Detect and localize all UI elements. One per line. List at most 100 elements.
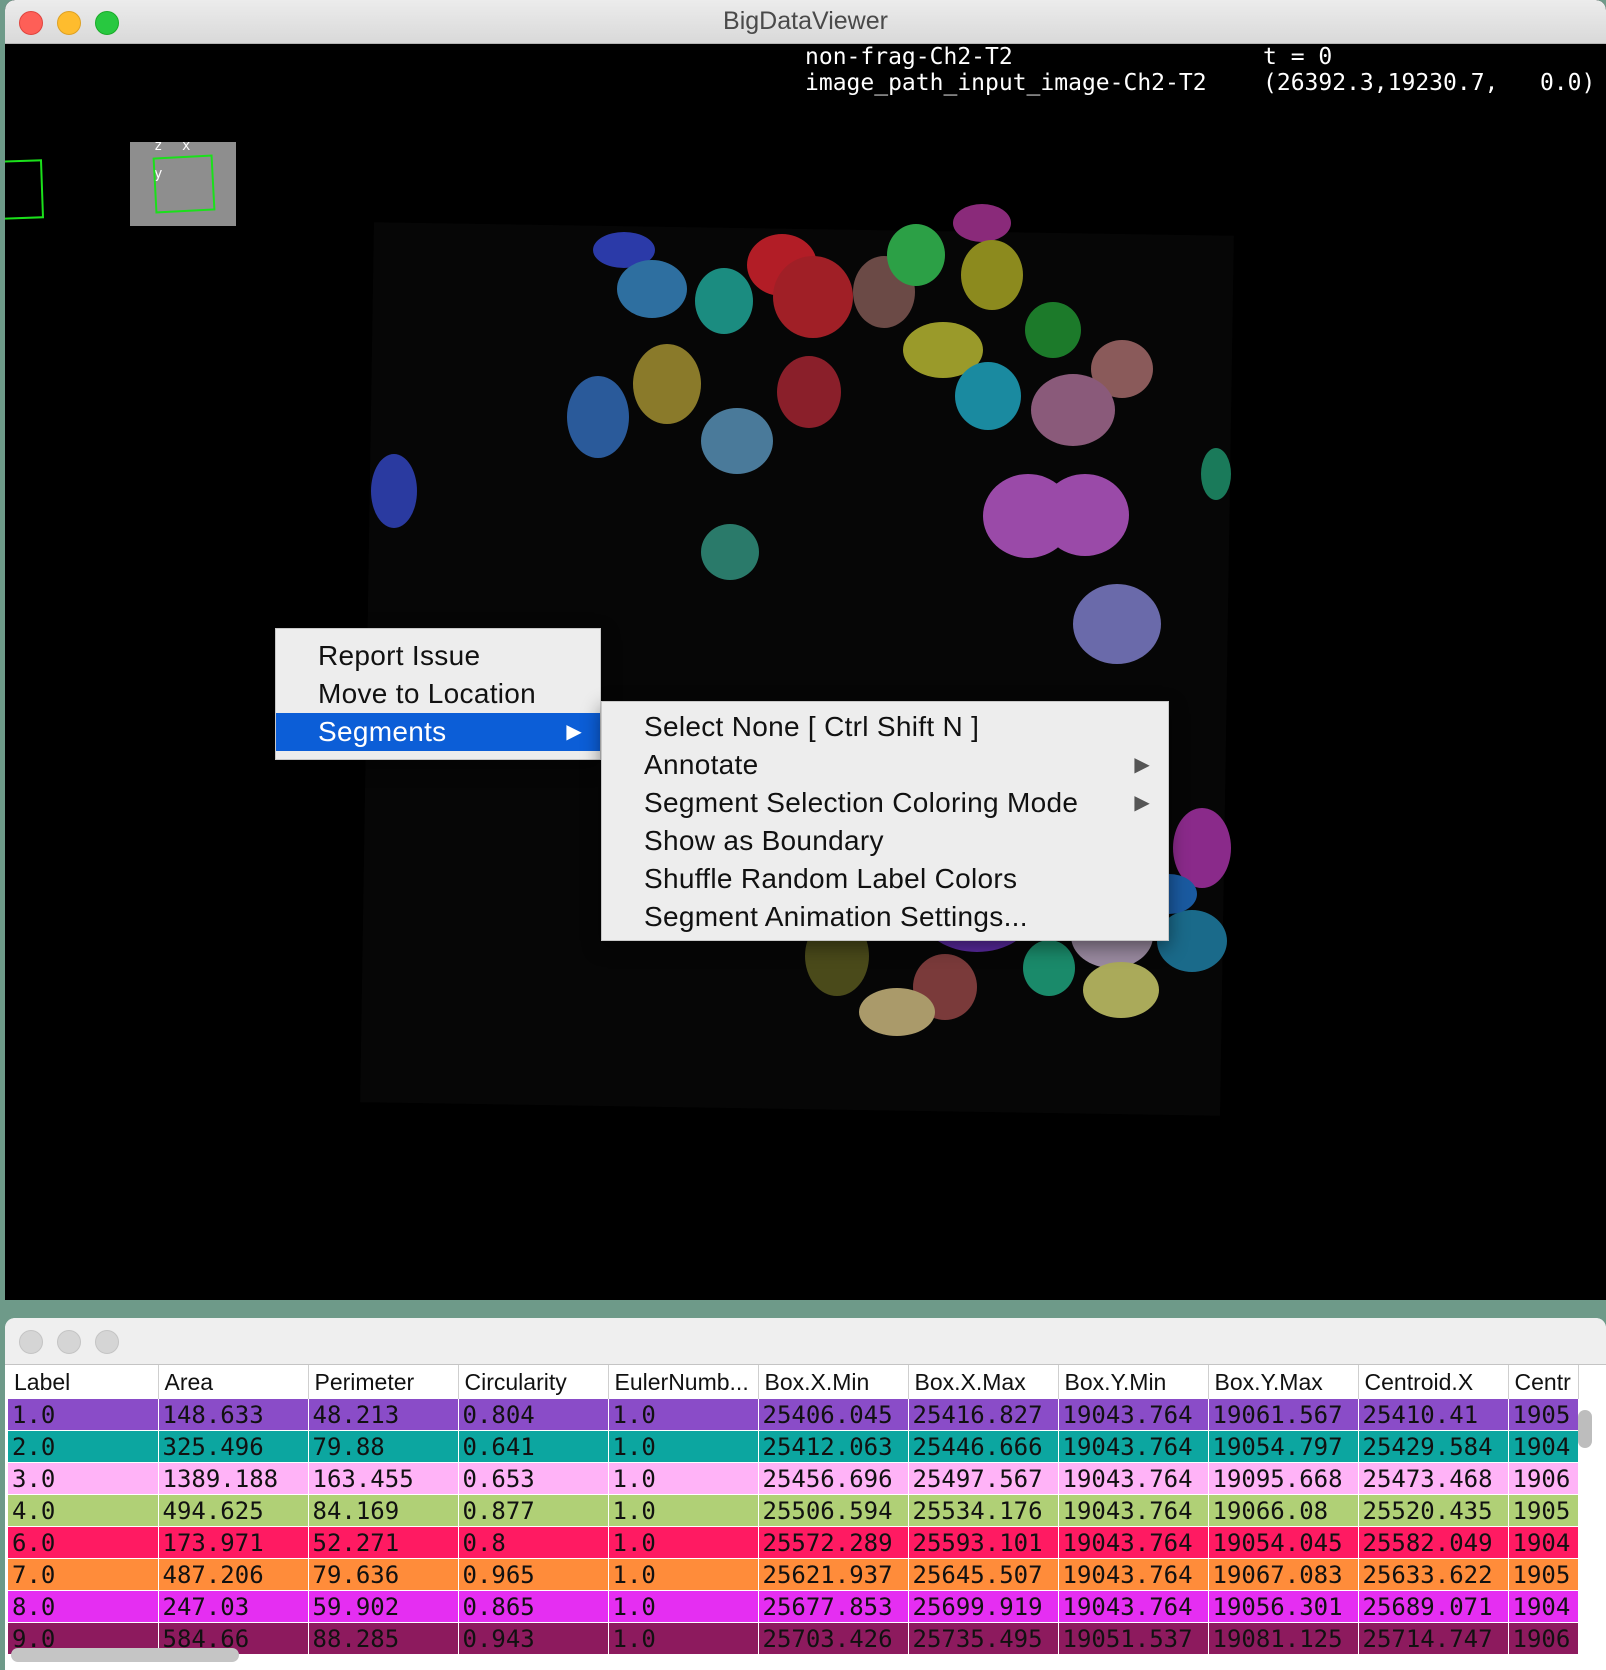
table-row[interactable]: 1.0 148.633 48.213 0.804 1.0 25406.045 25416.8…: [8, 1399, 1579, 1431]
segment-cell[interactable]: [633, 344, 701, 424]
table-row[interactable]: 7.0 487.206 79.636 0.965 1.0 25621.937 25645.5…: [8, 1558, 1579, 1591]
table-cell[interactable]: 0.8: [458, 1526, 609, 1559]
table-cell[interactable]: 1.0: [608, 1590, 759, 1623]
table-cell[interactable]: 19043.764: [1058, 1590, 1209, 1623]
table-cell[interactable]: 1904: [1508, 1590, 1579, 1623]
table-cell[interactable]: 1906: [1508, 1462, 1579, 1495]
column-header[interactable]: Circularity: [458, 1365, 609, 1399]
table-cell[interactable]: 6.0: [8, 1526, 159, 1559]
table-cell[interactable]: 0.865: [458, 1590, 609, 1623]
table-row[interactable]: 6.0 173.971 52.271 0.8 1.0 25572.289 25593.101…: [8, 1526, 1579, 1559]
table-cell[interactable]: 1.0: [608, 1462, 759, 1495]
table-cell[interactable]: 52.271: [308, 1526, 459, 1559]
table-cell[interactable]: 1.0: [608, 1622, 759, 1655]
segment-cell[interactable]: [961, 240, 1023, 310]
table-cell[interactable]: 79.88: [308, 1430, 459, 1463]
column-header[interactable]: Perimeter: [308, 1365, 459, 1399]
segment-cell[interactable]: [777, 356, 841, 428]
menu-item-segment-selection-coloring-mode[interactable]: Segment Selection Coloring Mode ▶: [602, 784, 1168, 822]
segment-cell[interactable]: [953, 204, 1011, 242]
segment-cell[interactable]: [1023, 940, 1075, 996]
segmentation-overlay[interactable]: [5, 44, 1606, 1300]
title-bar[interactable]: BigDataViewer: [5, 0, 1606, 44]
menu-item-shuffle-random-label-colors[interactable]: Shuffle Random Label Colors: [602, 860, 1168, 898]
table-row[interactable]: 2.0 325.496 79.88 0.641 1.0 25412.063 25446.66…: [8, 1430, 1579, 1463]
segment-cell[interactable]: [701, 408, 773, 474]
table-cell[interactable]: 84.169: [308, 1494, 459, 1527]
table-cell[interactable]: 148.633: [158, 1399, 309, 1431]
table-cell[interactable]: 1904: [1508, 1526, 1579, 1559]
menu-item-show-as-boundary[interactable]: Show as Boundary: [602, 822, 1168, 860]
table-cell[interactable]: 163.455: [308, 1462, 459, 1495]
table-cell[interactable]: 0.965: [458, 1558, 609, 1591]
table-cell[interactable]: 7.0: [8, 1558, 159, 1591]
column-header[interactable]: Box.Y.Max: [1208, 1365, 1359, 1399]
table-cell[interactable]: 25621.937: [758, 1558, 909, 1591]
table-cell[interactable]: 25497.567: [908, 1462, 1059, 1495]
table-cell[interactable]: 19054.045: [1208, 1526, 1359, 1559]
table-cell[interactable]: 494.625: [158, 1494, 309, 1527]
segment-cell[interactable]: [955, 362, 1021, 430]
table-cell[interactable]: 19043.764: [1058, 1558, 1209, 1591]
table-cell[interactable]: 4.0: [8, 1494, 159, 1527]
column-header[interactable]: Area: [158, 1365, 309, 1399]
menu-item-report-issue[interactable]: Report Issue: [276, 637, 600, 675]
segment-cell[interactable]: [371, 454, 417, 528]
segment-cell[interactable]: [567, 376, 629, 458]
table-cell[interactable]: 19043.764: [1058, 1399, 1209, 1431]
segment-cell[interactable]: [887, 224, 945, 286]
table-cell[interactable]: 19043.764: [1058, 1526, 1209, 1559]
table-cell[interactable]: 19054.797: [1208, 1430, 1359, 1463]
table-cell[interactable]: 25689.071: [1358, 1590, 1509, 1623]
image-viewer-canvas[interactable]: non-frag-Ch2-T2 image_path_input_image-C…: [5, 44, 1606, 1300]
table-cell[interactable]: 0.641: [458, 1430, 609, 1463]
table-cell[interactable]: 25473.468: [1358, 1462, 1509, 1495]
table-cell[interactable]: 19043.764: [1058, 1462, 1209, 1495]
table-row[interactable]: 3.0 1389.188 163.455 0.653 1.0 25456.696 25497…: [8, 1462, 1579, 1495]
table-cell[interactable]: 3.0: [8, 1462, 159, 1495]
table-cell[interactable]: 19066.08: [1208, 1494, 1359, 1527]
segment-cell[interactable]: [617, 260, 687, 318]
column-header[interactable]: Centr: [1508, 1365, 1579, 1399]
table-cell[interactable]: 25593.101: [908, 1526, 1059, 1559]
table-cell[interactable]: 1.0: [608, 1526, 759, 1559]
table-cell[interactable]: 19081.125: [1208, 1622, 1359, 1655]
table-cell[interactable]: 1.0: [608, 1430, 759, 1463]
table-cell[interactable]: 1905: [1508, 1399, 1579, 1431]
table-cell[interactable]: 25582.049: [1358, 1526, 1509, 1559]
table-cell[interactable]: 19043.764: [1058, 1430, 1209, 1463]
table-cell[interactable]: 25429.584: [1358, 1430, 1509, 1463]
table-cell[interactable]: 25416.827: [908, 1399, 1059, 1431]
column-header[interactable]: Centroid.X: [1358, 1365, 1509, 1399]
column-header[interactable]: Box.Y.Min: [1058, 1365, 1209, 1399]
table-cell[interactable]: 25714.747: [1358, 1622, 1509, 1655]
table-cell[interactable]: 1906: [1508, 1622, 1579, 1655]
table-cell[interactable]: 25534.176: [908, 1494, 1059, 1527]
table-cell[interactable]: 19095.668: [1208, 1462, 1359, 1495]
table-cell[interactable]: 79.636: [308, 1558, 459, 1591]
table-cell[interactable]: 88.285: [308, 1622, 459, 1655]
table-cell[interactable]: 487.206: [158, 1558, 309, 1591]
table-cell[interactable]: 1905: [1508, 1494, 1579, 1527]
segment-cell[interactable]: [773, 256, 853, 338]
table-cell[interactable]: 25699.919: [908, 1590, 1059, 1623]
table-cell[interactable]: 25410.41: [1358, 1399, 1509, 1431]
segment-cell[interactable]: [859, 988, 935, 1036]
table-cell[interactable]: 25520.435: [1358, 1494, 1509, 1527]
segment-cell[interactable]: [1041, 474, 1129, 556]
horizontal-scrollbar[interactable]: [11, 1648, 239, 1662]
menu-item-segments[interactable]: Segments ▶: [276, 713, 600, 751]
segment-cell[interactable]: [1083, 962, 1159, 1018]
table-cell[interactable]: 25406.045: [758, 1399, 909, 1431]
table-cell[interactable]: 48.213: [308, 1399, 459, 1431]
menu-item-move-to-location[interactable]: Move to Location: [276, 675, 600, 713]
table-row[interactable]: 9.0 584.66 88.285 0.943 1.0 25703.426 25735.49…: [8, 1622, 1579, 1655]
segment-cell[interactable]: [1025, 302, 1081, 358]
table-cell[interactable]: 0.877: [458, 1494, 609, 1527]
menu-item-annotate[interactable]: Annotate ▶: [602, 746, 1168, 784]
table-title-bar[interactable]: [5, 1318, 1606, 1365]
column-header[interactable]: EulerNumb...: [608, 1365, 759, 1399]
table-cell[interactable]: 19067.083: [1208, 1558, 1359, 1591]
segment-cell[interactable]: [1073, 584, 1161, 664]
table-cell[interactable]: 1905: [1508, 1558, 1579, 1591]
